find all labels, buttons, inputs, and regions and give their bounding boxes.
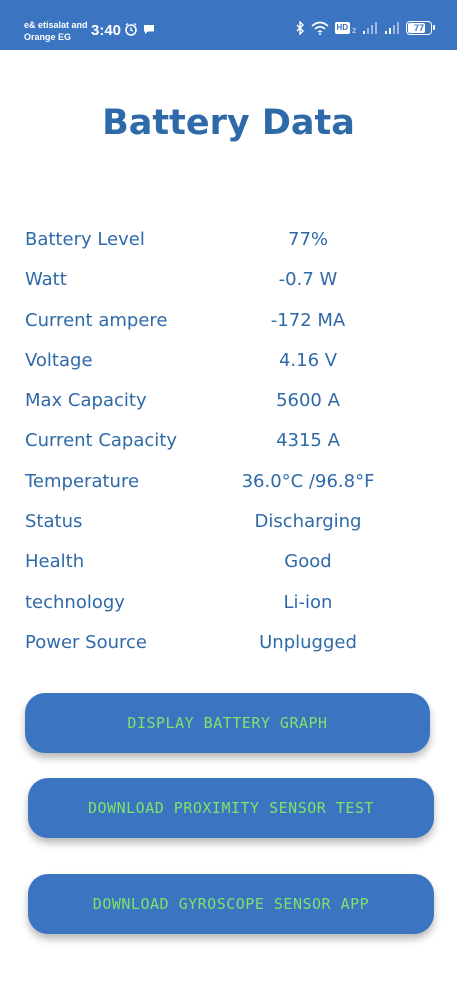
row-value: 36.0°C /96.8°F bbox=[241, 470, 375, 492]
carrier-name: e& etisalat and Orange EG bbox=[24, 19, 94, 43]
battery-icon: 77 bbox=[406, 20, 432, 35]
status-right-icons: HD 2 77 bbox=[295, 20, 435, 35]
row-label: technology bbox=[25, 591, 125, 613]
row-label: Power Source bbox=[25, 631, 147, 653]
row-label: Current Capacity bbox=[25, 430, 177, 452]
row-temperature: Temperature 36.0°C /96.8°F bbox=[0, 462, 457, 502]
row-watt: Watt -0.7 W bbox=[0, 260, 457, 300]
wifi-icon bbox=[311, 21, 329, 35]
row-label: Temperature bbox=[25, 470, 140, 492]
row-value: 4.16 V bbox=[278, 349, 338, 371]
row-label: Voltage bbox=[25, 349, 93, 371]
hd-sub-label: 2 bbox=[352, 28, 356, 35]
status-time: 3:40 bbox=[91, 22, 122, 39]
row-max-capacity: Max Capacity 5600 A bbox=[0, 381, 457, 421]
download-proximity-sensor-test-button[interactable]: DOWNLOAD PROXIMITY SENSOR TEST bbox=[28, 778, 434, 838]
row-label: Current ampere bbox=[25, 309, 168, 331]
row-label: Battery Level bbox=[25, 229, 145, 250]
row-value: Good bbox=[284, 551, 332, 573]
row-current-ampere: Current ampere -172 MA bbox=[0, 301, 457, 341]
status-bar: e& etisalat and Orange EG 3:40 HD 2 77 bbox=[0, 0, 457, 50]
page-title: Battery Data bbox=[102, 103, 355, 143]
row-value: Unplugged bbox=[259, 631, 357, 653]
row-label: Max Capacity bbox=[25, 390, 147, 412]
carrier-line-2: Orange EG bbox=[24, 32, 72, 42]
signal-icon-2 bbox=[385, 21, 399, 34]
row-value: Discharging bbox=[254, 511, 362, 533]
row-technology: technology Li-ion bbox=[0, 583, 457, 623]
row-value: 5600 A bbox=[276, 390, 340, 412]
battery-data-list: Battery Level 77% Watt -0.7 W Current am… bbox=[0, 220, 457, 663]
display-battery-graph-button[interactable]: DISPLAY BATTERY GRAPH bbox=[25, 693, 430, 753]
row-label: Health bbox=[25, 551, 85, 573]
row-label: Watt bbox=[25, 269, 67, 291]
alarm-icon bbox=[125, 22, 137, 36]
row-value: -172 MA bbox=[270, 309, 346, 331]
row-power-source: Power Source Unplugged bbox=[0, 623, 457, 663]
chat-icon bbox=[144, 25, 154, 34]
hd-icon: HD bbox=[334, 21, 351, 34]
carrier-line-1: e& etisalat and bbox=[24, 20, 88, 30]
row-value: 4315 A bbox=[276, 430, 340, 452]
row-battery-level: Battery Level 77% bbox=[0, 220, 457, 260]
battery-tip bbox=[433, 25, 435, 30]
row-label: Status bbox=[25, 511, 83, 533]
bluetooth-icon bbox=[296, 20, 304, 35]
battery-percent: 77 bbox=[413, 22, 424, 33]
row-current-capacity: Current Capacity 4315 A bbox=[0, 421, 457, 461]
row-value: -0.7 W bbox=[278, 269, 338, 291]
row-voltage: Voltage 4.16 V bbox=[0, 341, 457, 381]
signal-icon bbox=[363, 21, 377, 34]
download-gyroscope-sensor-app-button[interactable]: DOWNLOAD GYROSCOPE SENSOR APP bbox=[28, 874, 434, 934]
row-value: 77% bbox=[287, 229, 329, 250]
row-value: Li-ion bbox=[283, 591, 333, 613]
row-health: Health Good bbox=[0, 542, 457, 582]
status-left-icons bbox=[124, 22, 156, 36]
row-status: Status Discharging bbox=[0, 502, 457, 542]
